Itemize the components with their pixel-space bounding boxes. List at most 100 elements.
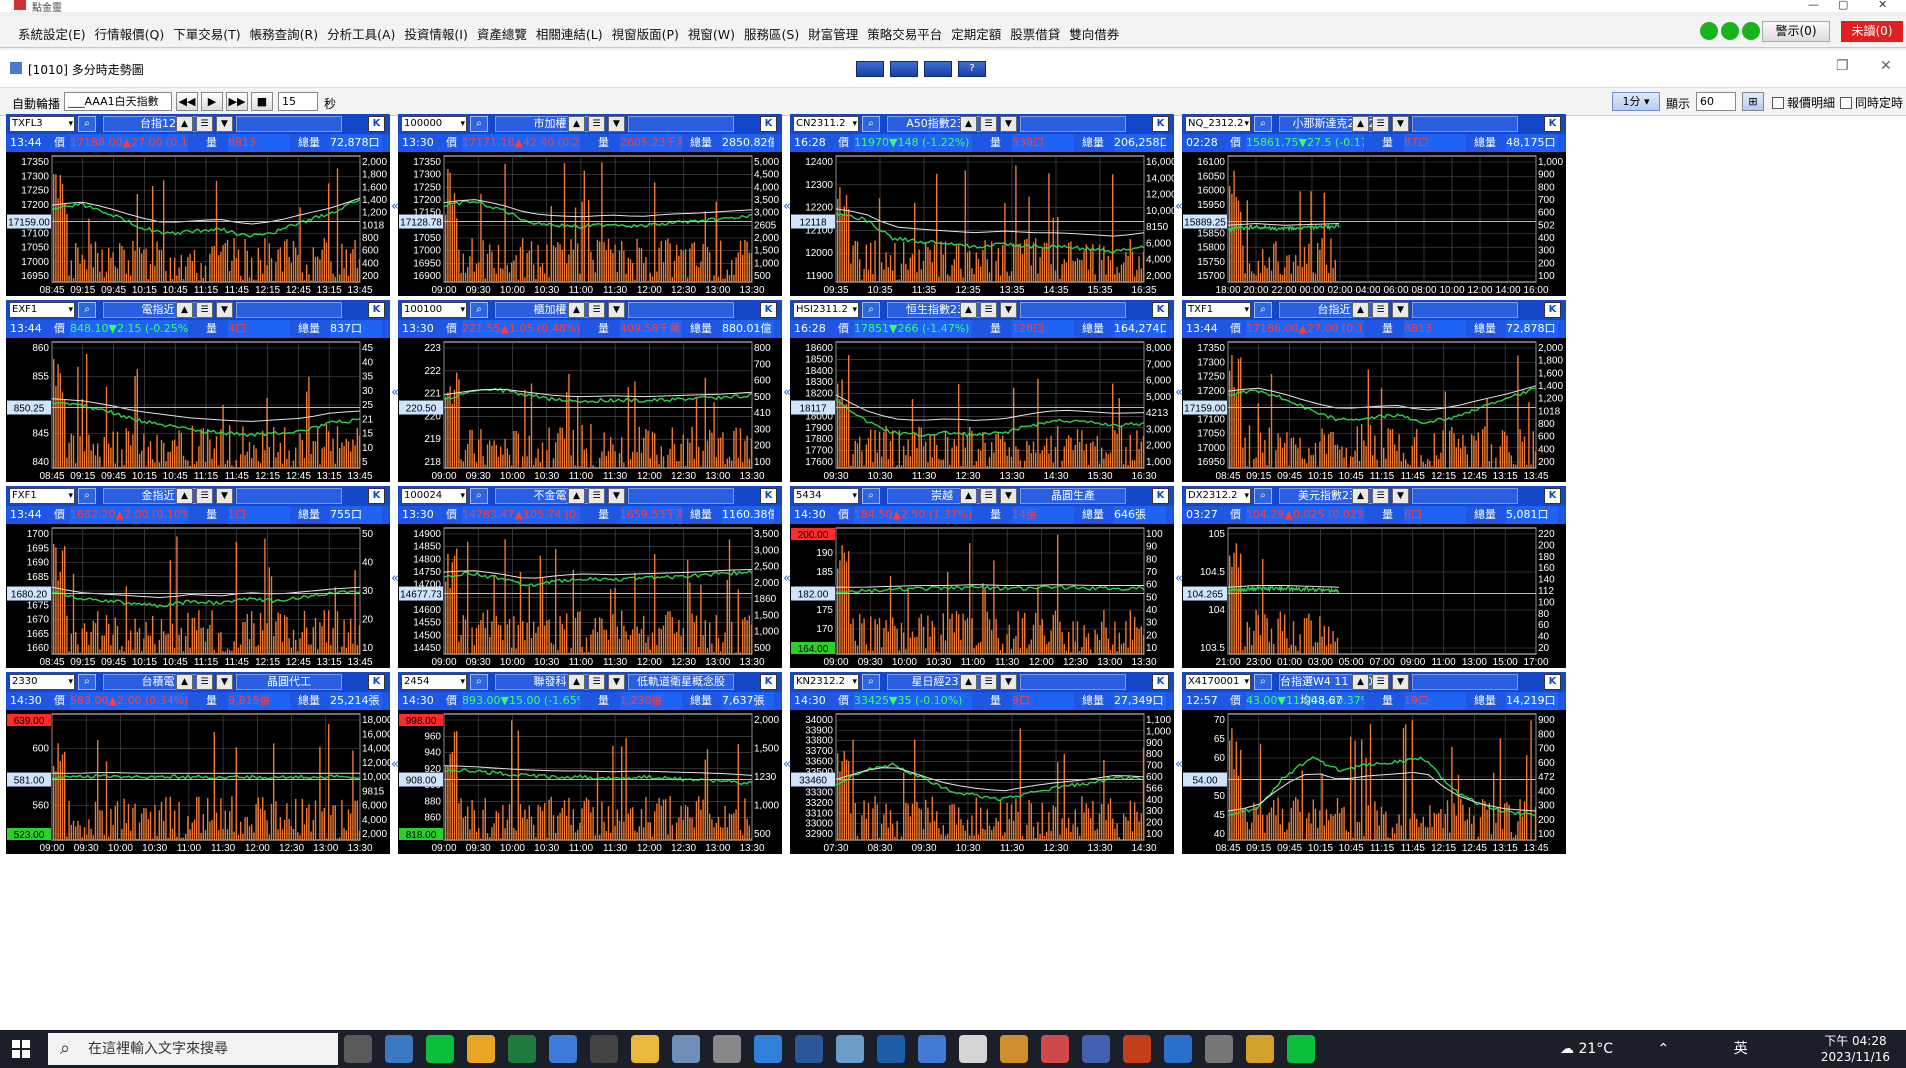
menu-item[interactable]: 帳務查詢(R) (250, 24, 318, 43)
menu-item[interactable]: 服務區(S) (744, 24, 799, 43)
list-icon[interactable]: ☰ (1372, 488, 1389, 504)
k-chart-button[interactable]: K (368, 488, 385, 504)
symbol-select[interactable]: 100024 (401, 488, 467, 504)
up-arrow-icon[interactable]: ▲ (960, 116, 977, 132)
app-icon[interactable] (549, 1035, 577, 1063)
list-icon[interactable]: ☰ (1372, 302, 1389, 318)
chevron-down-icon[interactable]: ▼ (1392, 674, 1409, 690)
unread-button[interactable]: 未讀(0) (1841, 21, 1903, 42)
up-arrow-icon[interactable]: ▲ (176, 488, 193, 504)
k-chart-button[interactable]: K (1544, 302, 1561, 318)
layout-grid-button[interactable] (856, 61, 884, 77)
k-chart-button[interactable]: K (1544, 674, 1561, 690)
list-icon[interactable]: ☰ (196, 116, 213, 132)
list-icon[interactable]: ☰ (1372, 674, 1389, 690)
search-icon[interactable]: ⌕ (470, 488, 488, 504)
preset-select[interactable]: ___AAA1白天指數 (64, 92, 172, 111)
app-icon[interactable] (1164, 1035, 1192, 1063)
k-chart-button[interactable]: K (1152, 302, 1169, 318)
menu-item[interactable]: 定期定額 (951, 24, 1001, 43)
intraday-chart[interactable]: 9809609409209008808608402,0001,50012301,… (398, 710, 782, 894)
menu-item[interactable]: 視窗(W) (688, 24, 735, 43)
k-chart-button[interactable]: K (368, 116, 385, 132)
chart-panel[interactable]: 2330⌕台積電▲☰▼晶圓代工K14:30價583.00▲2.00 (0.34%… (6, 672, 399, 854)
intraday-chart[interactable]: 3400033900338003370033600335003340033300… (790, 710, 1174, 894)
symbol-select[interactable]: X4170001 (1185, 674, 1251, 690)
app-icon[interactable] (1246, 1035, 1274, 1063)
app-icon[interactable] (918, 1035, 946, 1063)
weather-icon[interactable]: ☁ (1560, 1041, 1574, 1057)
quote-detail-checkbox[interactable]: 報價明細 (1772, 94, 1835, 111)
list-icon[interactable]: ☰ (980, 302, 997, 318)
chevron-down-icon[interactable]: ▼ (608, 488, 625, 504)
up-arrow-icon[interactable]: ▲ (568, 488, 585, 504)
excel-icon[interactable] (508, 1035, 536, 1063)
chevron-down-icon[interactable]: ▼ (216, 302, 233, 318)
k-chart-button[interactable]: K (368, 302, 385, 318)
ime-indicator[interactable]: 英 (1734, 1041, 1748, 1057)
menu-item[interactable]: 雙向借券 (1069, 24, 1119, 43)
play-button[interactable]: ▶ (201, 92, 223, 111)
chevron-down-icon[interactable]: ▼ (1000, 674, 1017, 690)
rewind-button[interactable]: ◀◀ (176, 92, 198, 111)
list-icon[interactable]: ☰ (196, 302, 213, 318)
app-icon[interactable] (877, 1035, 905, 1063)
k-chart-button[interactable]: K (760, 488, 777, 504)
symbol-select[interactable]: CN2311.2 (793, 116, 859, 132)
menu-item[interactable]: 行情報價(Q) (95, 24, 165, 43)
list-icon[interactable]: ☰ (196, 674, 213, 690)
search-icon[interactable]: ⌕ (78, 488, 96, 504)
edge-icon[interactable] (754, 1035, 782, 1063)
up-arrow-icon[interactable]: ▲ (1352, 116, 1369, 132)
chart-panel[interactable]: EXF1⌕電指近▲☰▼K13:44價848.10▼2.15 (-0.25%)量4… (6, 300, 399, 482)
symbol-select[interactable]: TXFL3 (9, 116, 75, 132)
symbol-select[interactable]: 5434 (793, 488, 859, 504)
app-icon[interactable] (1082, 1035, 1110, 1063)
up-arrow-icon[interactable]: ▲ (176, 116, 193, 132)
search-icon[interactable]: ⌕ (1254, 674, 1272, 690)
search-icon[interactable]: ⌕ (1254, 488, 1272, 504)
chart-panel[interactable]: 100000⌕市加權▲☰▼K13:30價17171.18▲42.40 (0.25… (398, 114, 791, 296)
chart-panel[interactable]: DX2312.2⌕美元指數2312▲☰▼K03:27價104.29▲0.025 … (1182, 486, 1566, 668)
chart-panel[interactable]: X4170001⌕台指選W4 11 17000買權▲☰▼K12:57價43.00… (1182, 672, 1566, 854)
search-icon[interactable]: ⌕ (470, 674, 488, 690)
up-arrow-icon[interactable]: ▲ (960, 302, 977, 318)
chevron-down-icon[interactable]: ▼ (1000, 488, 1017, 504)
list-icon[interactable]: ☰ (980, 116, 997, 132)
list-icon[interactable]: ☰ (980, 674, 997, 690)
symbol-select[interactable]: FXF1 (9, 488, 75, 504)
k-chart-button[interactable]: K (1544, 116, 1561, 132)
chevron-down-icon[interactable]: ▼ (1392, 302, 1409, 318)
up-arrow-icon[interactable]: ▲ (176, 302, 193, 318)
search-icon[interactable]: ⌕ (78, 674, 96, 690)
grid-view-button[interactable]: ⊞ (1742, 92, 1764, 111)
menu-item[interactable]: 系統設定(E) (18, 24, 86, 43)
symbol-select[interactable]: HSI2311.2 (793, 302, 859, 318)
task-view-icon[interactable] (344, 1035, 372, 1063)
k-chart-button[interactable]: K (1152, 488, 1169, 504)
symbol-select[interactable]: 2454 (401, 674, 467, 690)
chart-panel[interactable]: 5434⌕崇越▲☰▼晶圓生產K14:30價184.50▲2.50 (1.37%)… (790, 486, 1183, 668)
layout-list-button[interactable] (890, 61, 918, 77)
up-arrow-icon[interactable]: ▲ (568, 302, 585, 318)
symbol-select[interactable]: DX2312.2 (1185, 488, 1251, 504)
k-chart-button[interactable]: K (1152, 116, 1169, 132)
interval-stepper[interactable]: 15 (278, 92, 318, 111)
symbol-select[interactable]: NQ_2312.2 (1185, 116, 1251, 132)
symbol-select[interactable]: KN2312.2 (793, 674, 859, 690)
window-restore-icon[interactable]: ❐ (1836, 58, 1849, 74)
menu-item[interactable]: 視窗版面(P) (612, 24, 679, 43)
k-chart-button[interactable]: K (760, 674, 777, 690)
app-icon[interactable] (672, 1035, 700, 1063)
chevron-down-icon[interactable]: ▼ (216, 674, 233, 690)
app-icon[interactable] (1000, 1035, 1028, 1063)
list-icon[interactable]: ☰ (196, 488, 213, 504)
up-arrow-icon[interactable]: ▲ (568, 674, 585, 690)
period-select[interactable]: 1分 ▾ (1612, 92, 1660, 111)
list-icon[interactable]: ☰ (1372, 116, 1389, 132)
chevron-down-icon[interactable]: ▼ (1000, 302, 1017, 318)
search-icon[interactable]: ⌕ (862, 302, 880, 318)
chevron-down-icon[interactable]: ▼ (1392, 116, 1409, 132)
up-arrow-icon[interactable]: ▲ (1352, 488, 1369, 504)
symbol-select[interactable]: 100100 (401, 302, 467, 318)
